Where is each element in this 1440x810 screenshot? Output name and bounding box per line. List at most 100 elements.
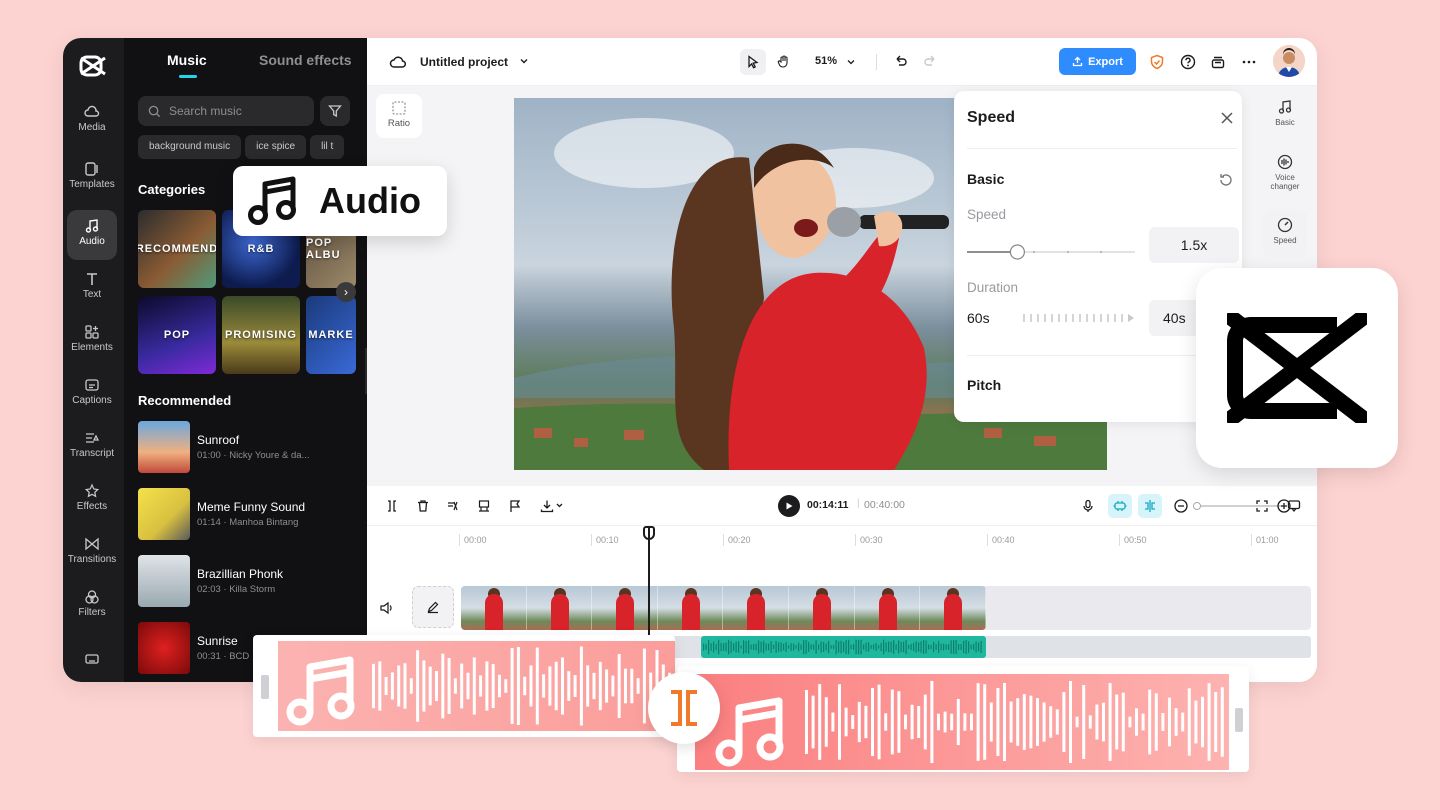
rail-item-filters[interactable]: Filters	[67, 581, 117, 631]
hand-tool-button[interactable]	[771, 49, 797, 75]
rail-item-audio[interactable]: Audio	[67, 210, 117, 260]
record-button[interactable]	[1079, 497, 1097, 515]
rail-item-captions[interactable]: Captions	[67, 369, 117, 419]
auto-snap-button[interactable]	[1108, 494, 1132, 518]
waveform-bar	[460, 663, 464, 709]
speed-slider[interactable]	[967, 244, 1135, 260]
track-item[interactable]: Brazillian Phonk 02:03 · Killa Storm	[138, 555, 358, 607]
right-rail-voice-changer[interactable]: Voice changer	[1263, 146, 1307, 202]
play-button[interactable]	[778, 495, 800, 517]
chevron-down-icon[interactable]	[519, 56, 529, 66]
tab-sound-effects[interactable]: Sound effects	[259, 52, 352, 68]
track-thumbnail	[138, 421, 190, 473]
category-next-button[interactable]: ›	[336, 282, 356, 302]
freeze-button[interactable]	[475, 497, 493, 515]
redo-icon[interactable]	[923, 54, 938, 69]
waveform-bar	[561, 657, 564, 715]
category-pop[interactable]: POP	[138, 296, 216, 374]
cover-edit-button[interactable]	[412, 586, 454, 628]
download-button[interactable]	[537, 497, 567, 515]
zoom-chevron-icon[interactable]	[846, 57, 856, 67]
track-item[interactable]: Sunroof 01:00 · Nicky Youre & da...	[138, 421, 358, 473]
rail-label: Captions	[72, 395, 112, 406]
chip[interactable]: lil t	[310, 135, 345, 159]
waveform-bar	[735, 641, 737, 653]
split-audio-button[interactable]	[648, 672, 720, 744]
delete-button[interactable]	[414, 497, 432, 515]
clip-handle-right[interactable]	[1235, 708, 1243, 732]
waveform-bar	[853, 644, 855, 650]
audio-clip[interactable]	[701, 636, 986, 658]
waveform-bar	[978, 642, 980, 652]
track-item[interactable]: Meme Funny Sound 01:14 · Manhoa Bintang	[138, 488, 358, 540]
rail-item-effects[interactable]: Effects	[67, 475, 117, 525]
waveform-bar	[880, 642, 882, 652]
fullscreen-button[interactable]	[1253, 497, 1271, 515]
chip[interactable]: ice spice	[245, 135, 307, 159]
rail-item-media[interactable]: Media	[67, 96, 117, 146]
waveform-bar	[938, 641, 940, 653]
waveform-bar	[760, 641, 762, 653]
clip-frame	[854, 586, 921, 630]
split-button[interactable]	[383, 497, 401, 515]
storage-button[interactable]	[1208, 52, 1228, 72]
select-tool-button[interactable]	[740, 49, 766, 75]
cloud-sync-icon[interactable]	[389, 53, 407, 71]
waveform-bar	[725, 642, 727, 652]
waveform-bar	[1181, 712, 1185, 732]
rail-item-keyboard[interactable]	[67, 643, 117, 673]
export-button[interactable]: Export	[1059, 48, 1136, 75]
marker-button[interactable]	[506, 497, 524, 515]
help-button[interactable]	[1178, 52, 1198, 72]
video-clip[interactable]	[461, 586, 986, 630]
undo-icon[interactable]	[893, 54, 908, 69]
more-button[interactable]	[1239, 52, 1259, 72]
close-icon[interactable]	[1220, 111, 1234, 125]
waveform-bar	[855, 639, 857, 655]
rail-item-elements[interactable]: Elements	[67, 316, 117, 366]
link-track-button[interactable]	[1138, 494, 1162, 518]
waveform-bar	[968, 641, 970, 653]
waveform-bar	[851, 715, 855, 729]
waveform-bar	[592, 672, 596, 700]
category-recommend[interactable]: RECOMMEND	[138, 210, 216, 288]
audio-feature-label: Audio	[319, 180, 421, 221]
avatar[interactable]	[1273, 45, 1305, 77]
filter-button[interactable]	[320, 96, 350, 126]
waveform-bar	[928, 644, 930, 650]
export-label: Export	[1088, 55, 1123, 68]
category-market[interactable]: MARKE	[306, 296, 356, 374]
timeline-zoom-knob[interactable]	[1193, 502, 1201, 510]
waveform-bar	[498, 674, 501, 698]
right-rail-basic[interactable]: Basic	[1263, 91, 1307, 139]
waveform-bar	[1148, 689, 1152, 755]
waveform-bar	[976, 683, 980, 761]
waveform-bar	[785, 642, 787, 652]
clip-handle-left[interactable]	[261, 675, 269, 699]
fullscreen-icon	[1256, 500, 1268, 512]
comment-button[interactable]	[1285, 497, 1303, 515]
rail-item-text[interactable]: Text	[67, 263, 117, 313]
trim-button[interactable]	[444, 497, 462, 515]
rail-item-transitions[interactable]: Transitions	[67, 528, 117, 578]
ratio-button[interactable]: Ratio	[376, 94, 422, 138]
tab-music[interactable]: Music	[167, 52, 207, 78]
right-rail-speed[interactable]: Speed	[1263, 209, 1307, 257]
zoom-level[interactable]: 51%	[815, 55, 837, 67]
zoom-out-button[interactable]	[1172, 497, 1190, 515]
waveform-bar	[843, 641, 845, 653]
chip[interactable]: background music	[138, 135, 242, 159]
shield-button[interactable]	[1147, 52, 1167, 72]
reset-icon[interactable]	[1218, 172, 1234, 188]
waveform-bar	[943, 643, 945, 651]
search-input[interactable]: Search music	[138, 96, 314, 126]
waveform-bar	[833, 645, 835, 649]
category-promising[interactable]: PROMISING	[222, 296, 300, 374]
waveform-bar	[930, 680, 934, 764]
project-title[interactable]: Untitled project	[420, 55, 508, 69]
rail-item-transcript[interactable]: Transcript	[67, 422, 117, 472]
rail-item-templates[interactable]: Templates	[67, 153, 117, 203]
speed-value-field[interactable]: 1.5x	[1149, 227, 1239, 263]
volume-icon[interactable]	[379, 600, 395, 616]
waveform-bar	[813, 644, 815, 650]
